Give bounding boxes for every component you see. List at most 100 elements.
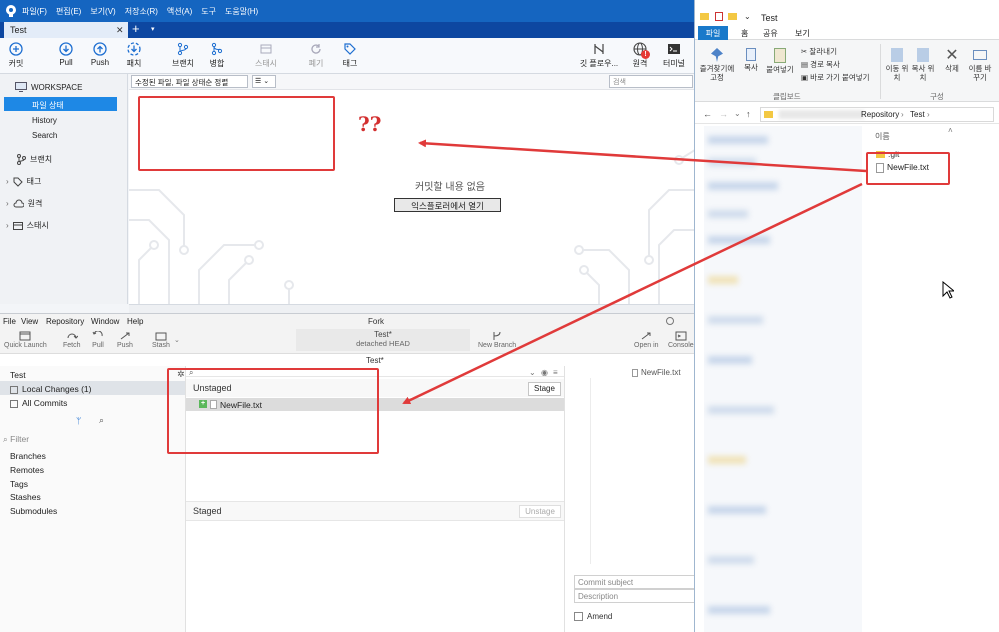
fork-menu-repository[interactable]: Repository <box>46 317 84 326</box>
copy-button[interactable]: 복사 <box>740 48 762 72</box>
search-input[interactable]: 검색 <box>609 75 693 88</box>
sidebar-item-submodules[interactable]: Submodules <box>10 506 57 516</box>
sidebar-item-stashes[interactable]: Stashes <box>10 492 41 502</box>
new-branch-button[interactable]: New Branch <box>478 331 516 349</box>
new-folder-icon[interactable] <box>728 13 737 20</box>
paste-button[interactable]: 붙여넣기 <box>764 48 796 74</box>
fork-stash-label: Stash <box>152 342 170 349</box>
commit-subject-input[interactable]: Commit subject <box>574 575 700 589</box>
annotation-highlight-empty <box>138 96 335 171</box>
menu-actions[interactable]: 액션(A) <box>167 6 192 17</box>
close-icon[interactable]: ✕ <box>116 25 124 36</box>
sidebar-all-commits[interactable]: All Commits <box>10 398 67 408</box>
search-icon[interactable]: ⌕ <box>99 415 104 426</box>
console-button[interactable]: Console <box>668 331 694 349</box>
staged-header <box>186 501 564 521</box>
sidebar-section-remotes[interactable]: › 원격 <box>6 198 42 209</box>
sidebar-section-tags[interactable]: › 태그 <box>6 176 41 187</box>
sidebar-section-stashes[interactable]: › 스태시 <box>6 220 49 231</box>
sidebar-item-history[interactable]: History <box>32 116 57 125</box>
paste-shortcut-button[interactable]: ▣ 바로 가기 붙여넣기 <box>801 73 870 82</box>
push-button[interactable]: Push <box>82 42 118 67</box>
quick-launch-button[interactable]: Quick Launch <box>4 331 47 349</box>
fork-menu-view[interactable]: View <box>21 317 38 326</box>
current-branch-box[interactable]: Test* detached HEAD <box>296 329 470 351</box>
sort-filter-select[interactable]: 수정된 파일, 파일 상태순 정렬 <box>131 75 248 88</box>
fork-fetch-button[interactable]: Fetch <box>63 331 81 349</box>
fork-pull-button[interactable]: Pull <box>92 331 104 349</box>
delete-button[interactable]: ✕ 삭제 <box>940 48 964 74</box>
commit-button[interactable]: 커밋 <box>0 42 34 69</box>
sidebar-local-changes[interactable]: Local Changes (1) <box>10 384 91 394</box>
fetch-button[interactable]: 패치 <box>116 42 152 69</box>
stash-button[interactable]: 스태시 <box>248 42 284 69</box>
back-icon[interactable]: ← <box>703 109 712 119</box>
open-in-explorer-button[interactable]: 익스플로러에서 열기 <box>394 198 501 212</box>
sidebar-item-remotes[interactable]: Remotes <box>10 465 44 475</box>
sidebar-item-branches[interactable]: Branches <box>10 451 46 461</box>
fork-menu-help[interactable]: Help <box>127 317 143 326</box>
copy-to-button[interactable]: 복사 위치 <box>910 48 936 82</box>
column-header-name[interactable]: 이름 <box>875 131 890 142</box>
menu-view[interactable]: 보기(V) <box>90 6 115 17</box>
menu-file[interactable]: 파일(F) <box>22 6 47 17</box>
branch-filter-icon[interactable]: ᛘ <box>76 416 81 426</box>
recent-locations-icon[interactable]: ⌄ <box>734 109 741 118</box>
up-icon[interactable]: ↑ <box>746 109 751 119</box>
menu-help[interactable]: 도움말(H) <box>225 6 258 17</box>
fork-push-button[interactable]: Push <box>117 331 133 349</box>
eye-icon[interactable]: ◉ <box>541 368 548 377</box>
stash-icon <box>155 332 167 341</box>
pin-to-quick-access-button[interactable]: 즐겨찾기에 고정 <box>698 48 736 82</box>
sidebar-item-file-status[interactable]: 파일 상태 <box>32 100 64 111</box>
view-mode-select[interactable]: ☰ ⌄ <box>252 75 276 88</box>
list-icon[interactable]: ≡ <box>553 368 558 377</box>
ribbon-tab-share[interactable]: 공유 <box>763 28 778 39</box>
sidebar-section-branches[interactable]: 브랜치 <box>16 154 52 165</box>
forward-icon[interactable]: → <box>719 109 728 119</box>
sidebar-item-tags[interactable]: Tags <box>10 479 28 489</box>
sidebar-filter-input[interactable]: ⌕ Filter <box>3 434 29 445</box>
branch-button[interactable]: 브랜치 <box>165 42 201 69</box>
terminal-button[interactable]: 터미널 <box>656 42 692 69</box>
sort-up-icon[interactable]: ˄ <box>948 126 953 135</box>
add-tab-button[interactable]: + <box>132 21 140 36</box>
tag-button[interactable]: 태그 <box>332 42 368 69</box>
ribbon-tab-view[interactable]: 보기 <box>795 28 810 39</box>
rename-button[interactable]: 이름 바꾸기 <box>966 48 994 82</box>
properties-icon[interactable] <box>715 12 723 21</box>
git-flow-button[interactable]: 깃 플로우... <box>576 42 622 69</box>
fork-menu-window[interactable]: Window <box>91 317 119 326</box>
navigation-pane-blurred[interactable] <box>704 126 862 632</box>
breadcrumb-test[interactable]: Test <box>910 110 925 119</box>
sidebar-item-search[interactable]: Search <box>32 131 57 140</box>
discard-button[interactable]: 폐기 <box>298 42 334 69</box>
commit-description-input[interactable]: Description <box>574 589 700 603</box>
remote-button[interactable]: 원격 <box>622 42 658 69</box>
breadcrumb-repository[interactable]: Repository <box>861 110 899 119</box>
ribbon-tab-home[interactable]: 홈 <box>741 28 748 39</box>
repo-tab[interactable]: Test <box>4 22 128 38</box>
fork-push-label: Push <box>117 342 133 349</box>
unstage-button[interactable]: Unstage <box>519 505 561 518</box>
smiley-icon[interactable] <box>666 317 674 325</box>
chevron-down-icon[interactable]: ▾ <box>151 25 155 33</box>
amend-checkbox[interactable] <box>574 612 583 621</box>
menu-tools[interactable]: 도구 <box>201 6 216 17</box>
menu-edit[interactable]: 편집(E) <box>56 6 81 17</box>
chevron-down-icon[interactable]: ⌄ <box>174 336 180 344</box>
ribbon-tab-file[interactable]: 파일 <box>698 26 728 40</box>
address-bar[interactable]: Repository › Test › <box>760 107 994 122</box>
copy-path-button[interactable]: ▤ 경로 복사 <box>801 60 840 69</box>
move-to-button[interactable]: 이동 위치 <box>884 48 910 82</box>
merge-button[interactable]: 병합 <box>199 42 235 69</box>
collapse-icon[interactable]: ⌄ <box>529 368 536 377</box>
fork-stash-button[interactable]: Stash <box>152 331 170 349</box>
cut-button[interactable]: ✂ 잘라내기 <box>801 47 837 56</box>
chevron-down-icon[interactable]: ⌄ <box>744 12 751 21</box>
stage-button[interactable]: Stage <box>528 382 561 396</box>
open-in-button[interactable]: Open in <box>634 331 659 349</box>
pull-button[interactable]: Pull <box>48 42 84 67</box>
menu-repository[interactable]: 저장소(R) <box>125 6 158 17</box>
fork-menu-file[interactable]: File <box>3 317 16 326</box>
